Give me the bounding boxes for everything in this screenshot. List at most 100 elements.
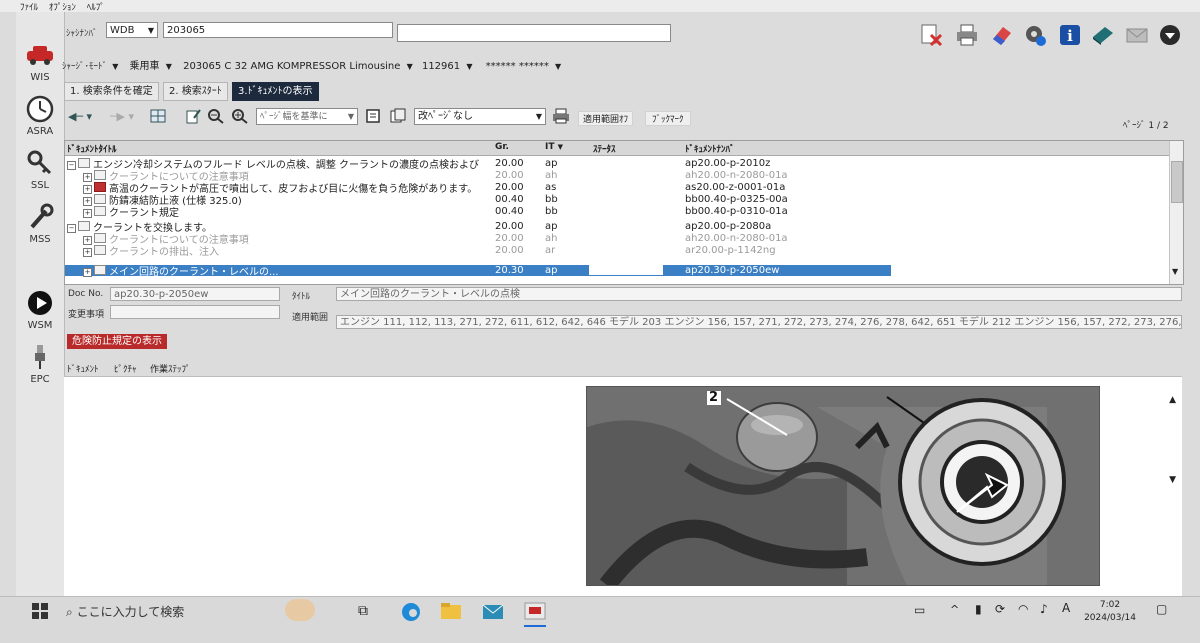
- sidebar-item-asra[interactable]: ASRA: [16, 94, 64, 137]
- expand-icon[interactable]: +: [83, 236, 92, 245]
- prefix-select[interactable]: WDB ▼: [106, 22, 158, 38]
- table-row[interactable]: + クーラントについての注意事項 20.00 ah ah20.00-n-2080-…: [65, 170, 1169, 183]
- page-break-select[interactable]: 改ﾍﾟｰｼﾞなし ▼: [414, 108, 546, 125]
- table-row-selected[interactable]: + メイン回路のクーラント・レベルの... 20.30 ap ap20.30-p-…: [65, 265, 891, 278]
- zoom-out-button[interactable]: [206, 107, 226, 125]
- zoom-select[interactable]: ﾍﾟｰｼﾞ幅を基準に ▼: [256, 108, 358, 125]
- tab-confirm-criteria[interactable]: 1. 検索条件を確定: [64, 82, 159, 101]
- sync-icon[interactable]: ⟳: [995, 602, 1005, 616]
- print-button[interactable]: [953, 22, 981, 48]
- file-explorer-icon[interactable]: [440, 601, 462, 624]
- taskbar-search[interactable]: ⌕ ここに入力して検索: [66, 603, 184, 620]
- chevron-down-icon[interactable]: ▼: [407, 62, 413, 71]
- zoom-in-button[interactable]: [230, 107, 250, 125]
- input-language[interactable]: A: [1062, 601, 1070, 615]
- tab-work-steps[interactable]: 作業ｽﾃｯﾌﾟ: [150, 362, 191, 375]
- tab-picture[interactable]: ﾋﾟｸﾁｬ: [114, 362, 137, 375]
- col-docno[interactable]: ﾄﾞｷｭﾒﾝﾄﾅﾝﾊﾞ: [685, 142, 735, 155]
- col-gr[interactable]: Gr.: [495, 142, 509, 152]
- page-view-button[interactable]: [364, 107, 382, 125]
- row-it: ap: [545, 221, 558, 232]
- sidebar-item-wis[interactable]: WIS: [16, 40, 64, 83]
- expand-icon[interactable]: +: [83, 197, 92, 206]
- scroll-down-icon[interactable]: ▼: [1169, 475, 1176, 485]
- sidebar-item-ssl[interactable]: SSL: [16, 148, 64, 191]
- expand-icon[interactable]: +: [83, 248, 92, 257]
- tray-overflow-icon[interactable]: ^: [950, 603, 959, 616]
- back-button[interactable]: ◀─ ▾: [64, 107, 96, 125]
- sidebar-item-label: EPC: [30, 374, 50, 385]
- clock[interactable]: 7:02 2024/03/14: [1080, 599, 1140, 625]
- task-view-icon[interactable]: ⧉: [358, 603, 368, 619]
- gear-icon: [1026, 26, 1046, 46]
- chassis-input[interactable]: 203065: [163, 22, 393, 38]
- expand-icon[interactable]: +: [83, 173, 92, 182]
- collapse-icon[interactable]: −: [67, 224, 76, 233]
- forward-button[interactable]: ─▶ ▾: [104, 107, 140, 125]
- danger-rules-button[interactable]: 危険防止規定の表示: [67, 334, 167, 349]
- row-gr: 20.00: [495, 245, 524, 256]
- collapse-icon[interactable]: −: [67, 161, 76, 170]
- col-title[interactable]: ﾄﾞｷｭﾒﾝﾄﾀｲﾄﾙ: [67, 142, 117, 155]
- mail-app-icon[interactable]: [482, 601, 504, 624]
- table-row[interactable]: + クーラント規定 00.40 bb bb00.40-p-0310-01a: [65, 206, 1169, 219]
- expand-icon[interactable]: +: [83, 209, 92, 218]
- vehicle-extra[interactable]: ****** ******: [486, 61, 549, 72]
- clock-icon: [24, 94, 56, 124]
- two-page-button[interactable]: [389, 107, 407, 125]
- settings-button[interactable]: [1021, 22, 1049, 48]
- wifi-icon[interactable]: ◠: [1018, 602, 1028, 616]
- update-button[interactable]: [1156, 22, 1184, 48]
- expand-icon[interactable]: +: [83, 185, 92, 194]
- spark-plug-icon: [24, 342, 56, 372]
- eraser-button[interactable]: [987, 22, 1015, 48]
- vehicle-model[interactable]: 203065 C 32 AMG KOMPRESSOR Limousine: [183, 61, 400, 72]
- col-it[interactable]: IT ▼: [545, 142, 563, 152]
- tab-start-search[interactable]: 2. 検索ｽﾀｰﾄ: [163, 82, 228, 101]
- tree-scrollbar[interactable]: ▼: [1169, 141, 1183, 284]
- menu-help[interactable]: ﾍﾙﾌﾟ: [87, 3, 105, 13]
- notification-icon[interactable]: ▢: [1156, 602, 1167, 616]
- scroll-thumb[interactable]: [1171, 161, 1183, 203]
- bookmark-button[interactable]: ﾌﾞｯｸﾏｰｸ: [645, 111, 691, 126]
- sidebar-item-mss[interactable]: MSS: [16, 202, 64, 245]
- grid-view-button[interactable]: [148, 107, 168, 125]
- manual-button[interactable]: [1089, 22, 1117, 48]
- sidebar-item-wsm[interactable]: WSM: [16, 288, 64, 331]
- delete-doc-button[interactable]: [917, 22, 945, 48]
- chevron-down-icon[interactable]: ▼: [466, 62, 472, 71]
- col-status[interactable]: ｽﾃｰﾀｽ: [593, 142, 616, 155]
- row-docno: bb00.40-p-0325-00a: [685, 194, 788, 205]
- windows-start-button[interactable]: [30, 601, 50, 624]
- news-widget-icon[interactable]: [285, 599, 315, 621]
- battery-icon[interactable]: ▮: [975, 602, 982, 616]
- xentry-app-icon[interactable]: [524, 601, 546, 624]
- scope-off-button[interactable]: 適用範囲ｵﾌ: [578, 111, 634, 126]
- table-row[interactable]: + クーラントについての注意事項 20.00 ah ah20.00-n-2080-…: [65, 233, 1169, 246]
- engine-code[interactable]: 112961: [422, 61, 460, 72]
- table-row[interactable]: + クーラントの排出、注入 20.00 ar ar20.00-p-1142ng: [65, 245, 1169, 258]
- tab-document[interactable]: ﾄﾞｷｭﾒﾝﾄ: [67, 362, 99, 375]
- table-row[interactable]: + 高温のクーラントが高圧で噴出して、皮フおよび目に火傷を負う危険があります。 2…: [65, 182, 1169, 195]
- print-doc-button[interactable]: [551, 107, 571, 125]
- expand-icon[interactable]: +: [83, 268, 92, 277]
- table-row[interactable]: − クーラントを交換します。 20.00 ap ap20.00-p-2080a: [65, 221, 1169, 234]
- scroll-down-icon[interactable]: ▼: [1172, 267, 1178, 276]
- table-row[interactable]: + 防錆凍結防止液 (仕様 325.0) 00.40 bb bb00.40-p-0…: [65, 194, 1169, 207]
- mail-button[interactable]: [1123, 22, 1151, 48]
- sidebar-item-epc[interactable]: EPC: [16, 342, 64, 385]
- chevron-down-icon[interactable]: ▼: [555, 62, 561, 71]
- edge-browser-icon[interactable]: [400, 601, 422, 626]
- info-button[interactable]: i: [1056, 22, 1084, 48]
- edit-doc-button[interactable]: [183, 107, 203, 125]
- table-row[interactable]: − エンジン冷却システムのフルード レベルの点検、調整 クーラントの濃度の点検およ…: [65, 158, 1169, 171]
- chevron-down-icon[interactable]: ▼: [112, 62, 118, 71]
- tab-show-document[interactable]: 3.ﾄﾞｷｭﾒﾝﾄの表示: [232, 82, 319, 101]
- extra-input[interactable]: [397, 24, 671, 42]
- row-docno: bb00.40-p-0310-01a: [685, 206, 788, 217]
- chevron-down-icon[interactable]: ▼: [166, 62, 172, 71]
- volume-icon[interactable]: ♪: [1040, 602, 1048, 616]
- vehicle-type[interactable]: 乗用車: [130, 61, 160, 72]
- tablet-mode-icon[interactable]: ▭: [914, 603, 925, 617]
- scroll-up-icon[interactable]: ▲: [1169, 395, 1176, 405]
